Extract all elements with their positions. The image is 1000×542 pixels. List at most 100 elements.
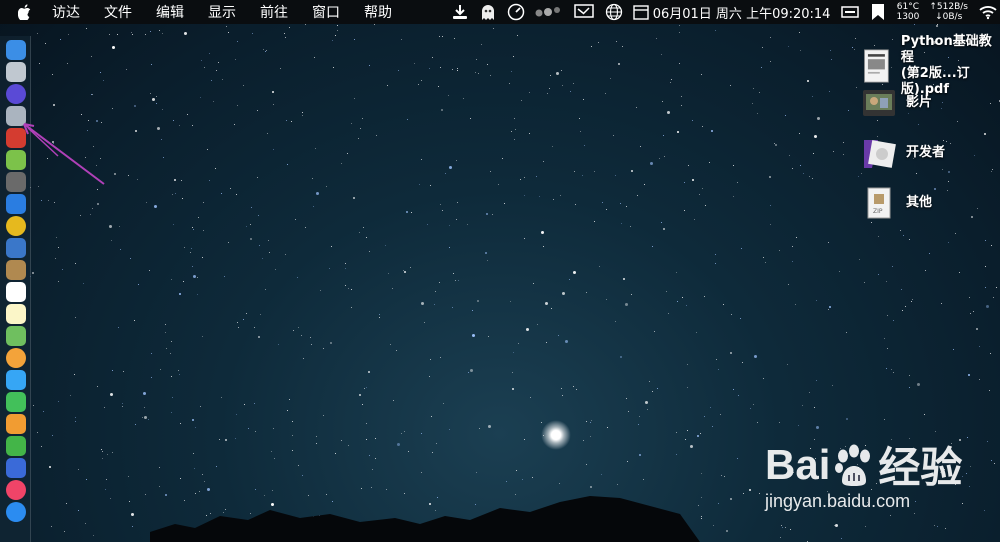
star: [637, 195, 638, 196]
star: [809, 392, 810, 393]
star: [551, 308, 552, 309]
notes-icon[interactable]: [6, 304, 26, 324]
star: [301, 335, 302, 336]
star: [615, 175, 616, 176]
star: [549, 88, 550, 89]
preview-icon[interactable]: [6, 238, 26, 258]
facetime-icon[interactable]: [6, 392, 26, 412]
maps-icon[interactable]: [6, 326, 26, 346]
network-speed-readout[interactable]: ↑512B/s ↓0B/s: [929, 2, 968, 22]
star: [677, 131, 679, 133]
menu-item-view[interactable]: 显示: [208, 2, 236, 22]
star: [351, 307, 352, 308]
star: [161, 139, 162, 140]
star: [715, 263, 716, 264]
star: [430, 185, 431, 186]
desktop-folder-developer[interactable]: 开发者: [862, 136, 945, 170]
star: [184, 247, 185, 248]
star: [457, 202, 458, 203]
screen-icon[interactable]: [573, 4, 595, 20]
star: [335, 35, 336, 36]
menu-item-window[interactable]: 窗口: [312, 2, 340, 22]
star: [730, 352, 732, 354]
clock-text[interactable]: 06月01日 周六 上午09:20:14: [653, 3, 831, 22]
star: [779, 422, 780, 423]
star: [74, 374, 75, 375]
menu-item-go[interactable]: 前往: [260, 2, 288, 22]
star: [639, 416, 640, 417]
star: [813, 153, 814, 154]
star: [323, 415, 324, 416]
music-icon[interactable]: [6, 480, 26, 500]
star: [251, 207, 252, 208]
ghost-icon[interactable]: [479, 3, 497, 21]
chrome-icon[interactable]: [6, 216, 26, 236]
star: [800, 165, 801, 166]
star: [143, 392, 146, 395]
star: [536, 176, 537, 177]
star: [151, 64, 152, 65]
star: [326, 186, 327, 187]
star: [950, 143, 951, 144]
star: [884, 419, 885, 420]
temperature-readout[interactable]: 61°C 1300: [896, 2, 919, 22]
notebook-icon[interactable]: [6, 260, 26, 280]
star: [652, 391, 653, 392]
calendar-icon[interactable]: [6, 282, 26, 302]
star: [298, 327, 299, 328]
keynote-icon[interactable]: [6, 458, 26, 478]
star: [221, 397, 222, 398]
gauge-icon[interactable]: [507, 3, 525, 21]
star: [909, 387, 910, 388]
star: [775, 144, 777, 146]
star: [149, 270, 150, 271]
star: [366, 439, 367, 440]
star: [353, 197, 355, 199]
calendar-icon[interactable]: [633, 4, 649, 20]
desktop-archive-other[interactable]: ZIP 其他: [862, 186, 932, 220]
bookmark-icon[interactable]: [870, 3, 886, 21]
menu-item-help[interactable]: 帮助: [364, 2, 392, 22]
star: [583, 440, 584, 441]
star: [626, 398, 627, 399]
star: [679, 32, 680, 33]
globe-icon[interactable]: [605, 3, 623, 21]
star: [316, 192, 319, 195]
messages-icon[interactable]: [6, 370, 26, 390]
star: [331, 246, 332, 247]
star: [418, 84, 419, 85]
star: [848, 110, 849, 111]
app-store-icon[interactable]: [6, 502, 26, 522]
star: [716, 359, 717, 360]
menu-item-edit[interactable]: 编辑: [156, 2, 184, 22]
star: [172, 397, 173, 398]
star: [236, 194, 237, 195]
star: [715, 254, 716, 255]
numbers-icon[interactable]: [6, 436, 26, 456]
star: [432, 57, 433, 58]
wifi-icon[interactable]: [978, 4, 998, 20]
dots-icon[interactable]: [535, 5, 563, 19]
star: [419, 184, 420, 185]
desktop-folder-movies[interactable]: 影片: [862, 86, 932, 120]
star: [257, 110, 258, 111]
star: [209, 180, 210, 181]
star: [814, 407, 815, 408]
movie-folder-icon: [863, 90, 895, 116]
star: [320, 290, 321, 291]
star: [492, 214, 493, 215]
star: [662, 101, 663, 102]
star: [590, 436, 591, 437]
pages-icon[interactable]: [6, 414, 26, 434]
photos-icon[interactable]: [6, 348, 26, 368]
folder-name: 影片: [906, 95, 933, 110]
star: [369, 251, 370, 252]
star: [616, 41, 617, 42]
download-icon[interactable]: [451, 4, 469, 20]
keyboard-icon[interactable]: [840, 4, 860, 20]
star: [558, 335, 559, 336]
star: [144, 416, 147, 419]
star: [692, 120, 693, 121]
star: [348, 288, 349, 289]
star: [690, 445, 693, 448]
